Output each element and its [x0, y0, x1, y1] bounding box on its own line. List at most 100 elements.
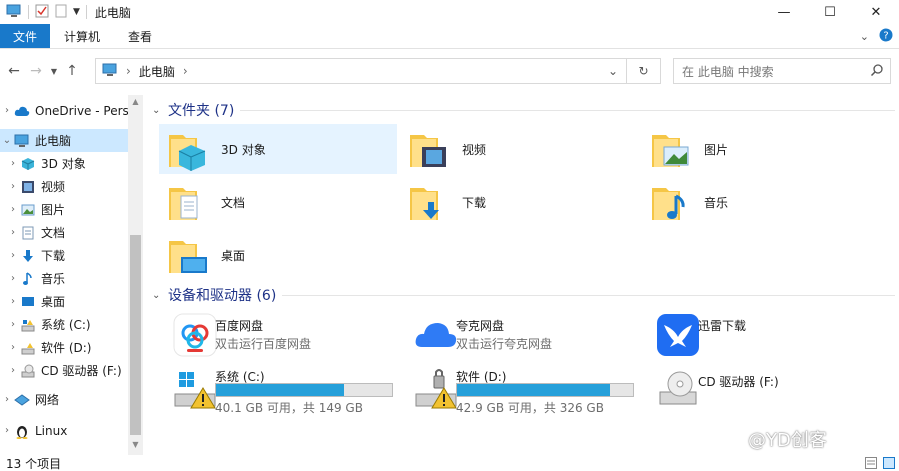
properties-icon[interactable]: [35, 4, 49, 21]
drive-usage-bar: [215, 383, 393, 397]
address-bar[interactable]: › 此电脑 › ⌄ ↻: [95, 58, 661, 84]
large-icons-view-icon[interactable]: [883, 457, 895, 471]
nav-item-label: 桌面: [41, 295, 66, 309]
chevron-right-icon[interactable]: ›: [6, 342, 20, 353]
folder-desktop[interactable]: 桌面: [159, 230, 397, 280]
scroll-down-icon[interactable]: ▼: [128, 440, 143, 449]
title-bar: ▼ 此电脑 — ☐ ✕: [0, 0, 899, 24]
new-folder-icon[interactable]: [55, 4, 67, 21]
network-icon: [14, 392, 30, 408]
nav-item-network[interactable]: › 网络: [0, 388, 128, 411]
nav-item-documents[interactable]: › 文档: [0, 221, 128, 244]
details-view-icon[interactable]: [865, 457, 877, 471]
tab-file[interactable]: 文件: [0, 24, 51, 48]
folder-label: 桌面: [221, 248, 246, 263]
nav-item-music[interactable]: › 音乐: [0, 267, 128, 290]
chevron-right-icon[interactable]: ›: [6, 204, 20, 215]
app-baidu-netdisk[interactable]: 百度网盘 双击运行百度网盘: [159, 310, 397, 360]
close-button[interactable]: ✕: [853, 0, 899, 24]
chevron-right-icon[interactable]: ›: [6, 296, 20, 307]
chevron-down-icon[interactable]: ⌄: [602, 59, 624, 83]
nav-item-3d-objects[interactable]: › 3D 对象: [0, 152, 128, 175]
chevron-right-icon[interactable]: ›: [0, 425, 14, 436]
app-subtitle: 双击运行夸克网盘: [456, 337, 553, 351]
nav-item-desktop[interactable]: › 桌面: [0, 290, 128, 313]
nav-item-cd-drive[interactable]: › CD 驱动器 (F:): [0, 359, 128, 382]
scroll-up-icon[interactable]: ▲: [128, 97, 143, 106]
app-name: 夸克网盘: [456, 319, 505, 333]
pc-icon: [14, 133, 30, 149]
desktop-icon: [20, 294, 36, 310]
folder-pictures[interactable]: 图片: [642, 124, 880, 174]
folder-music[interactable]: 音乐: [642, 177, 880, 227]
expand-ribbon-icon[interactable]: ⌄: [860, 30, 869, 43]
maximize-button[interactable]: ☐: [807, 0, 853, 24]
tab-view[interactable]: 查看: [114, 24, 166, 48]
minimize-button[interactable]: —: [761, 0, 807, 24]
refresh-button[interactable]: ↻: [626, 59, 660, 83]
folder-label: 音乐: [704, 195, 729, 210]
folder-label: 下载: [462, 195, 487, 210]
folder-downloads[interactable]: 下载: [400, 177, 638, 227]
folder-video[interactable]: 视频: [400, 124, 638, 174]
nav-item-label: 此电脑: [35, 134, 72, 148]
chevron-right-icon[interactable]: ›: [183, 64, 188, 78]
breadcrumb-this-pc[interactable]: 此电脑: [139, 63, 175, 80]
devices-group-header[interactable]: ⌄ 设备和驱动器 (6): [152, 284, 276, 306]
chevron-right-icon[interactable]: ›: [6, 158, 20, 169]
chevron-right-icon[interactable]: ›: [126, 64, 131, 78]
scrollbar-thumb[interactable]: [130, 235, 141, 435]
nav-item-video[interactable]: › 视频: [0, 175, 128, 198]
chevron-right-icon[interactable]: ›: [0, 394, 14, 405]
app-name: 百度网盘: [215, 319, 264, 333]
nav-item-drive-c[interactable]: › 系统 (C:): [0, 313, 128, 336]
nav-item-onedrive[interactable]: › OneDrive - Personal: [0, 99, 128, 122]
pc-icon: [6, 4, 22, 21]
recent-locations-button[interactable]: ▼: [47, 58, 61, 84]
search-icon: [870, 63, 884, 80]
tab-computer[interactable]: 计算机: [50, 24, 114, 48]
3d-objects-icon: [169, 135, 206, 171]
nav-item-this-pc[interactable]: ⌄ 此电脑: [0, 129, 128, 152]
nav-item-label: 音乐: [41, 272, 66, 286]
app-quark-netdisk[interactable]: 夸克网盘 双击运行夸克网盘: [400, 310, 638, 360]
folder-documents[interactable]: 文档: [159, 177, 397, 227]
quark-netdisk-icon: [415, 323, 457, 347]
nav-item-pictures[interactable]: › 图片: [0, 198, 128, 221]
chevron-right-icon[interactable]: ›: [6, 181, 20, 192]
document-icon: [20, 225, 36, 241]
folders-group-header[interactable]: ⌄ 文件夹 (7): [152, 99, 234, 121]
nav-item-label: 文档: [41, 226, 66, 240]
chevron-right-icon[interactable]: ›: [6, 365, 20, 376]
chevron-right-icon[interactable]: ›: [0, 105, 14, 116]
drive-c[interactable]: 系统 (C:) 40.1 GB 可用，共 149 GB: [159, 363, 397, 415]
chevron-right-icon[interactable]: ›: [6, 273, 20, 284]
app-xunlei[interactable]: 迅雷下载: [642, 310, 880, 360]
nav-item-linux[interactable]: › Linux: [0, 419, 128, 442]
nav-item-drive-d[interactable]: › 软件 (D:): [0, 336, 128, 359]
nav-item-label: 图片: [41, 203, 66, 217]
ribbon-tabs: 文件 计算机 查看 ⌄ ?: [0, 24, 899, 49]
nav-item-label: OneDrive - Personal: [35, 103, 128, 118]
chevron-right-icon[interactable]: ›: [6, 250, 20, 261]
nav-item-label: 下载: [41, 249, 66, 263]
customize-toolbar-icon[interactable]: ▼: [73, 7, 80, 17]
xunlei-icon: [657, 314, 699, 356]
chevron-right-icon[interactable]: ›: [6, 227, 20, 238]
chevron-down-icon[interactable]: ⌄: [152, 105, 162, 116]
folder-3d-objects[interactable]: 3D 对象: [159, 124, 397, 174]
drive-cd[interactable]: CD 驱动器 (F:): [642, 363, 880, 413]
pc-icon: [102, 63, 118, 80]
app-name: 迅雷下载: [698, 319, 747, 333]
download-icon: [20, 248, 36, 264]
forward-button[interactable]: →: [25, 58, 47, 84]
chevron-down-icon[interactable]: ⌄: [0, 135, 14, 146]
up-button[interactable]: ↑: [61, 58, 83, 84]
back-button[interactable]: ←: [3, 58, 25, 84]
nav-item-downloads[interactable]: › 下载: [0, 244, 128, 267]
chevron-down-icon[interactable]: ⌄: [152, 290, 162, 301]
chevron-right-icon[interactable]: ›: [6, 319, 20, 330]
search-input[interactable]: 在 此电脑 中搜索: [673, 58, 891, 84]
drive-d[interactable]: 软件 (D:) 42.9 GB 可用，共 326 GB: [400, 363, 638, 415]
help-icon[interactable]: ?: [879, 28, 893, 45]
